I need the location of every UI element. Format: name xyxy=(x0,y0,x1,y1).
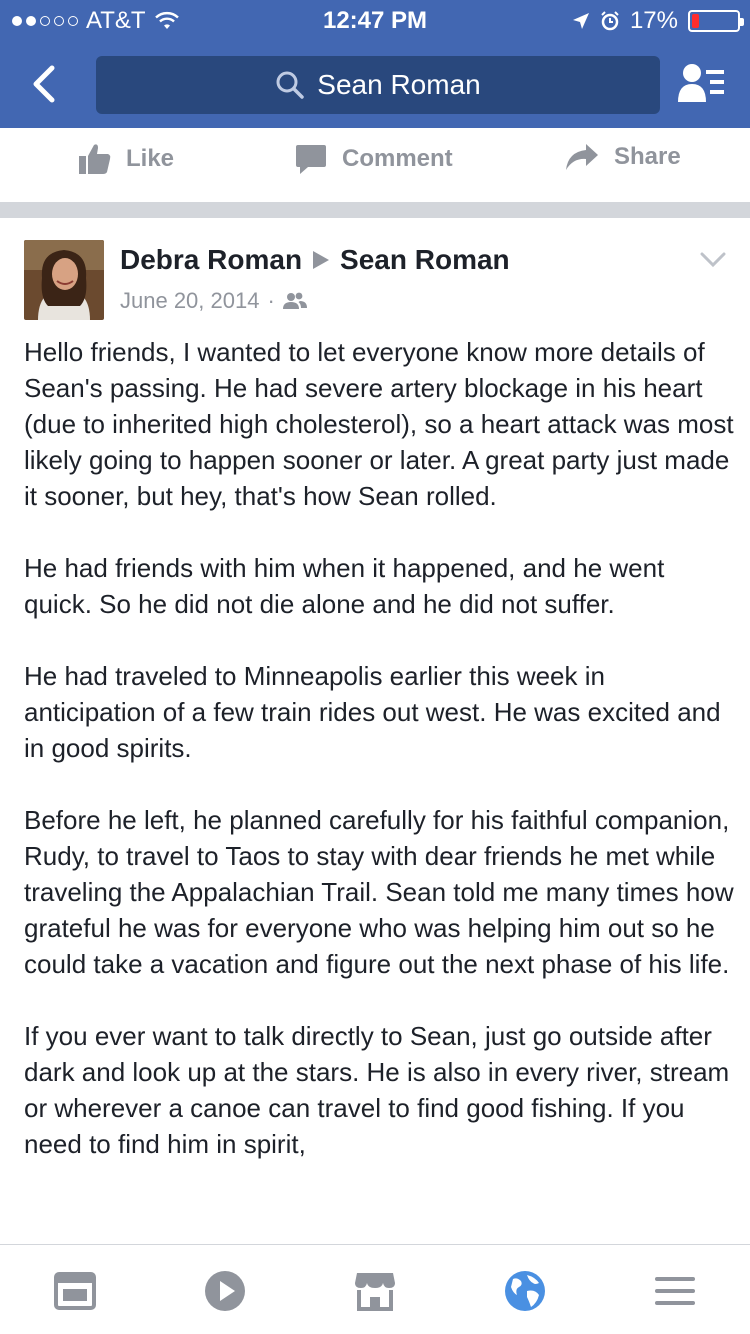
thumbs-up-icon xyxy=(79,144,111,174)
friend-requests-icon[interactable] xyxy=(676,62,728,106)
alarm-icon xyxy=(601,11,619,31)
app-header: AT&T 12:47 PM 17% Sean Roman xyxy=(0,0,750,128)
share-label: Share xyxy=(614,143,681,170)
post-paragraph: Before he left, he planned carefully for… xyxy=(24,805,734,979)
avatar[interactable] xyxy=(24,240,104,320)
share-button[interactable]: Share xyxy=(564,142,681,172)
share-arrow-icon xyxy=(566,144,598,170)
search-bar[interactable]: Sean Roman xyxy=(96,56,660,114)
menu-icon[interactable] xyxy=(653,1269,697,1313)
section-divider xyxy=(0,202,750,218)
post-paragraph: He had traveled to Minneapolis earlier t… xyxy=(24,661,721,763)
battery-icon xyxy=(688,10,744,32)
post-paragraph: Hello friends, I wanted to let everyone … xyxy=(24,337,734,511)
search-icon xyxy=(276,71,305,99)
meta-separator: · xyxy=(267,288,275,313)
post-paragraph: If you ever want to talk directly to Sea… xyxy=(24,1021,730,1159)
bottom-tab-bar xyxy=(0,1244,750,1334)
post-date[interactable]: June 20, 2014 xyxy=(120,288,259,314)
post-paragraph: He had friends with him when it happened… xyxy=(24,553,665,619)
comment-label: Comment xyxy=(342,145,453,172)
author-name[interactable]: Debra Roman xyxy=(120,244,302,276)
comment-bubble-icon xyxy=(296,145,326,174)
like-button[interactable]: Like xyxy=(78,142,174,176)
post-body: Hello friends, I wanted to let everyone … xyxy=(24,334,734,1244)
marketplace-icon[interactable] xyxy=(353,1269,397,1313)
video-icon[interactable] xyxy=(203,1269,247,1313)
status-bar: AT&T 12:47 PM 17% xyxy=(0,0,750,40)
comment-button[interactable]: Comment xyxy=(294,142,453,176)
friends-icon xyxy=(282,292,307,309)
news-feed-icon[interactable] xyxy=(53,1269,97,1313)
battery-percent: 17% xyxy=(629,7,678,34)
post-actions-bar: Like Comment Share xyxy=(0,128,750,202)
location-arrow-icon xyxy=(572,13,589,29)
back-chevron-icon[interactable] xyxy=(26,62,66,106)
post-options-chevron-icon[interactable] xyxy=(700,250,726,270)
post-meta: June 20, 2014 · xyxy=(120,288,307,314)
arrow-right-icon xyxy=(313,251,330,269)
like-label: Like xyxy=(126,145,175,172)
target-name[interactable]: Sean Roman xyxy=(340,244,510,276)
post-author-line: Debra Roman Sean Roman xyxy=(120,244,510,276)
search-query: Sean Roman xyxy=(317,69,481,100)
notifications-globe-icon[interactable] xyxy=(503,1269,547,1313)
